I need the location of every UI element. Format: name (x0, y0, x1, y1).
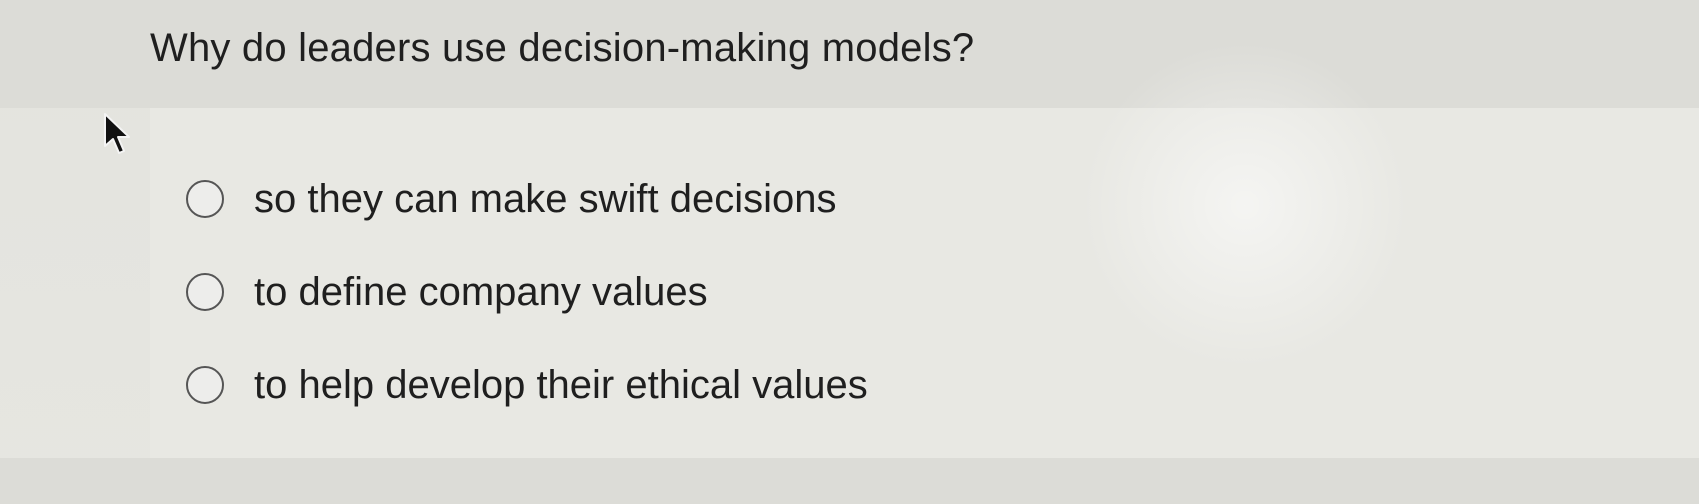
answer-option-1[interactable]: so they can make swift decisions (186, 177, 836, 221)
arrow-pointer-icon (104, 113, 130, 154)
answer-option-2[interactable]: to define company values (186, 270, 708, 314)
answer-option-label: to define company values (254, 270, 708, 314)
footer-band (0, 458, 1699, 504)
answer-option-label: so they can make swift decisions (254, 177, 837, 221)
answer-option-3[interactable]: to help develop their ethical values (186, 363, 868, 407)
radio-button-1[interactable] (186, 180, 224, 218)
radio-button-3[interactable] (186, 366, 224, 404)
question-title: Why do leaders use decision-making model… (150, 26, 975, 70)
radio-button-2[interactable] (186, 273, 224, 311)
answer-option-label: to help develop their ethical values (254, 363, 868, 407)
